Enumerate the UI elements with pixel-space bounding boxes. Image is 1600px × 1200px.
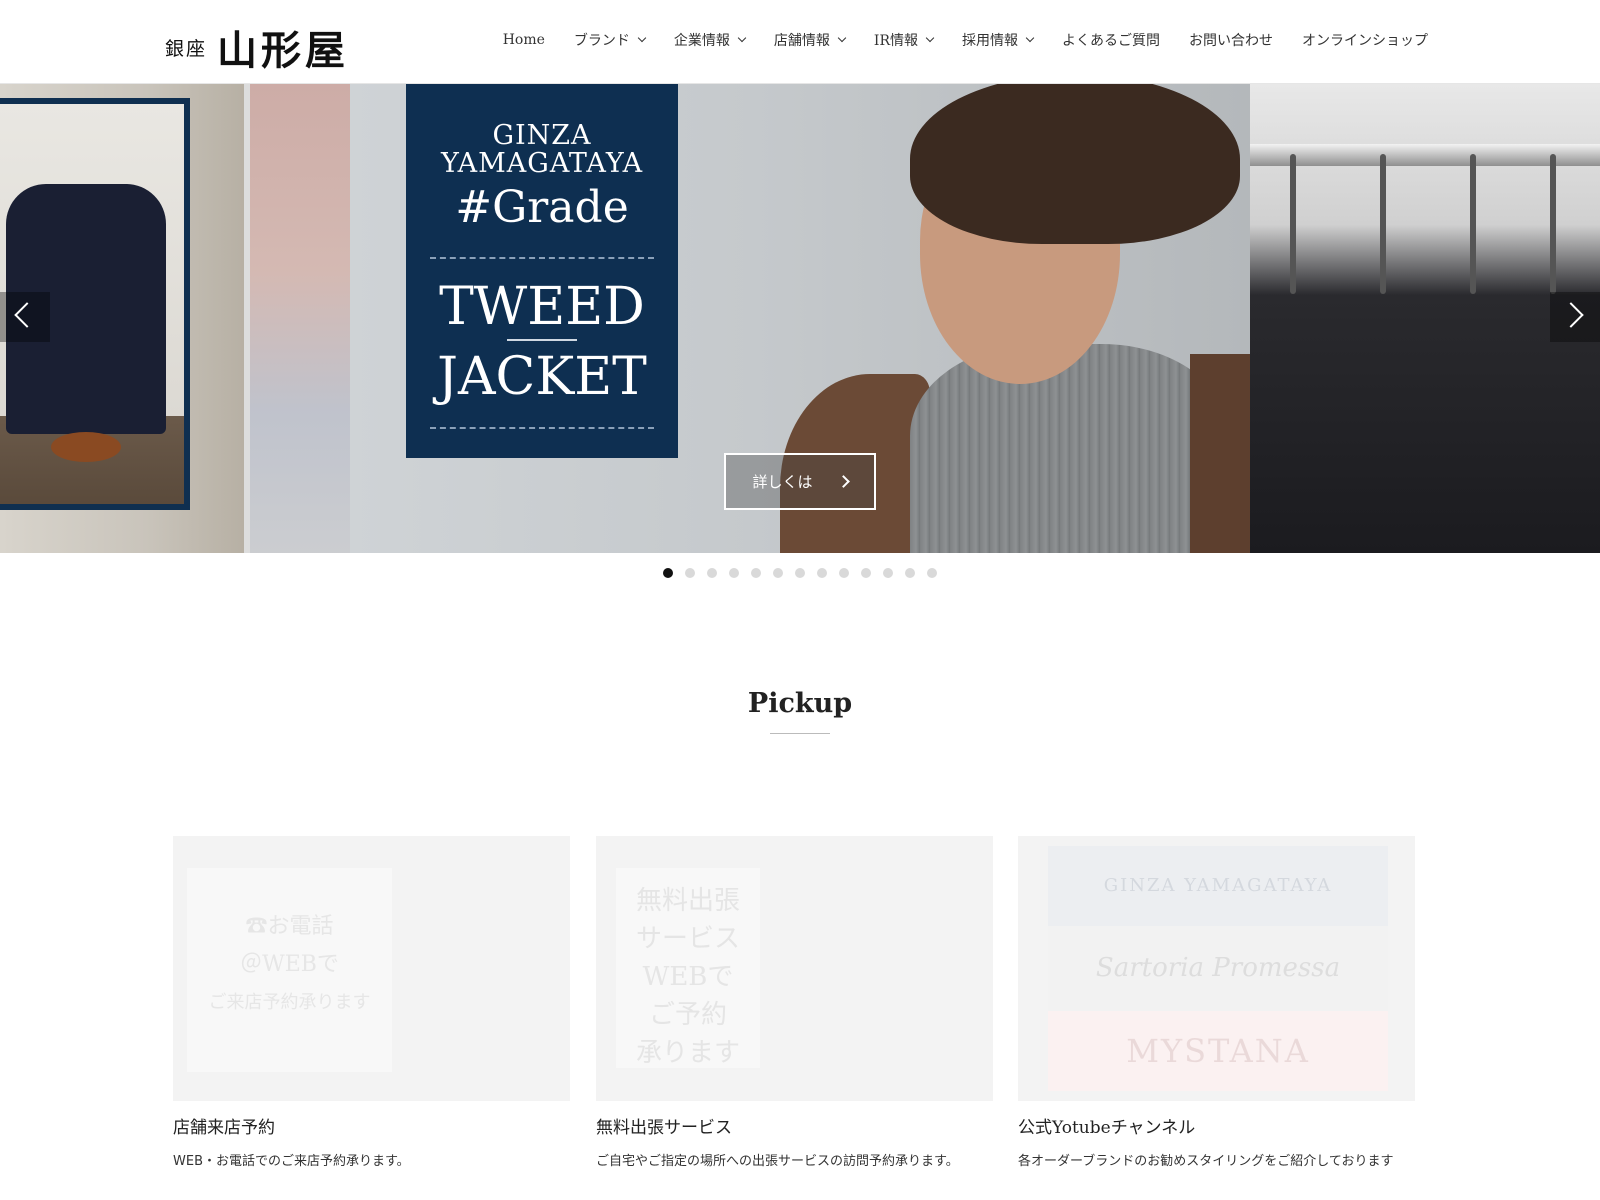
nav-label: IR情報 xyxy=(873,33,918,49)
card-image-text: ＠WEBで xyxy=(240,952,339,977)
hanger xyxy=(1290,154,1296,294)
nav-home[interactable]: Home xyxy=(503,30,545,50)
chevron-down-icon xyxy=(925,33,935,43)
card-image-text: ご予約 xyxy=(648,1000,727,1030)
card-image-text: 承ります xyxy=(635,1038,740,1068)
slide-strip-preview xyxy=(250,84,350,553)
main-nav: Home ブランド 企業情報 店舗情報 IR情報 採用情報 よくあるご質問 お問… xyxy=(503,30,1428,50)
pickup-card-youtube[interactable]: GINZA YAMAGATAYA Sartoria Promessa MYSTA… xyxy=(1018,836,1415,1172)
logo-main-text: 山形屋 xyxy=(217,28,350,74)
card-image-text: サービス xyxy=(635,924,740,954)
chevron-down-icon xyxy=(837,33,847,43)
card-description: WEB・お電話でのご来店予約承ります。 xyxy=(173,1154,410,1169)
slider-dot[interactable] xyxy=(861,568,871,578)
card-description: ご自宅やご指定の場所への出張サービスの訪問予約承ります。 xyxy=(596,1154,959,1169)
hanger xyxy=(1380,154,1386,294)
card-title[interactable]: 店舗来店予約 xyxy=(173,1113,570,1138)
card-image[interactable]: ☎お電話 ＠WEBで ご来店予約承ります xyxy=(173,836,570,1101)
card-image-text: WEBで xyxy=(642,962,734,992)
card-image-text: ご来店予約承ります xyxy=(208,992,371,1013)
hanger xyxy=(1550,154,1556,294)
slider-dot[interactable] xyxy=(883,568,893,578)
nav-contact[interactable]: お問い合わせ xyxy=(1189,30,1273,50)
nav-label: Home xyxy=(502,32,545,48)
model-hair xyxy=(910,84,1240,244)
slider-dot[interactable] xyxy=(817,568,827,578)
nav-faq[interactable]: よくあるご質問 xyxy=(1062,30,1160,50)
hanger xyxy=(1470,154,1476,294)
logo-small-text: 銀座 xyxy=(165,37,208,60)
chevron-down-icon xyxy=(637,33,647,43)
slider-dot[interactable] xyxy=(795,568,805,578)
slider-dot[interactable] xyxy=(773,568,783,578)
card-description: 各オーダーブランドのお勧めスタイリングをご紹介しております xyxy=(1018,1154,1394,1169)
nav-company[interactable]: 企業情報 xyxy=(673,30,747,50)
slider-dot[interactable] xyxy=(927,568,937,578)
slide-next-preview xyxy=(1250,84,1600,553)
nav-label: 店舗情報 xyxy=(773,33,830,49)
divider xyxy=(430,427,654,429)
card-image-overlay: 無料出張 サービス WEBで ご予約 承ります xyxy=(616,868,760,1068)
mannequin-stand xyxy=(51,432,121,462)
nav-ir[interactable]: IR情報 xyxy=(873,30,935,50)
card-image-overlay: ☎お電話 ＠WEBで ご来店予約承ります xyxy=(187,868,392,1072)
nav-label: お問い合わせ xyxy=(1189,33,1273,49)
details-button-label: 詳しくは xyxy=(752,473,813,491)
nav-label: 企業情報 xyxy=(673,33,730,49)
chevron-left-icon xyxy=(14,302,40,328)
slider-dot[interactable] xyxy=(663,568,673,578)
nav-label: 採用情報 xyxy=(962,33,1018,49)
card-image-text: 無料出張 xyxy=(635,886,740,916)
chevron-right-icon xyxy=(1558,302,1584,328)
slider-pagination xyxy=(663,568,937,578)
nav-stores[interactable]: 店舗情報 xyxy=(773,30,847,50)
slider-next-button[interactable] xyxy=(1550,292,1600,342)
card-image-text: GINZA YAMAGATAYA xyxy=(1048,846,1388,926)
nav-brand[interactable]: ブランド xyxy=(573,30,647,50)
card-image[interactable]: 無料出張 サービス WEBで ご予約 承ります xyxy=(596,836,993,1101)
slider-dot[interactable] xyxy=(839,568,849,578)
nav-online-shop[interactable]: オンラインショップ xyxy=(1302,30,1428,50)
promo-brand-line1: GINZA xyxy=(492,120,592,151)
card-image-text: ☎お電話 xyxy=(245,914,334,939)
site-header: 銀座 山形屋 Home ブランド 企業情報 店舗情報 IR情報 採用情報 よくあ… xyxy=(0,0,1600,84)
nav-recruit[interactable]: 採用情報 xyxy=(962,30,1035,50)
nav-label: よくあるご質問 xyxy=(1062,33,1160,49)
slider-prev-button[interactable] xyxy=(0,292,50,342)
divider xyxy=(507,339,577,341)
pickup-card-visit-service[interactable]: 無料出張 サービス WEBで ご予約 承ります 無料出張サービス ご自宅やご指定… xyxy=(596,836,993,1172)
nav-label: ブランド xyxy=(573,33,630,49)
chevron-right-icon xyxy=(836,475,850,488)
site-logo[interactable]: 銀座 山形屋 xyxy=(165,18,349,76)
slider-dot[interactable] xyxy=(729,568,739,578)
slider-dot[interactable] xyxy=(905,568,915,578)
chevron-down-icon xyxy=(1025,33,1035,43)
slider-dot[interactable] xyxy=(707,568,717,578)
promo-brand: GINZA YAMAGATAYA xyxy=(406,122,678,178)
model-turtleneck xyxy=(910,344,1230,553)
pickup-card-store-reservation[interactable]: ☎お電話 ＠WEBで ご来店予約承ります 店舗来店予約 WEB・お電話でのご来店… xyxy=(173,836,570,1172)
promo-brand-line2: YAMAGATAYA xyxy=(440,148,644,179)
chevron-down-icon xyxy=(737,33,747,43)
slider-dot[interactable] xyxy=(751,568,761,578)
promo-panel: GINZA YAMAGATAYA #Grade TWEED JACKET xyxy=(406,84,678,458)
card-image[interactable]: GINZA YAMAGATAYA Sartoria Promessa MYSTA… xyxy=(1018,836,1415,1101)
card-title[interactable]: 公式Yotubeチャンネル xyxy=(1018,1113,1415,1138)
hero-slider[interactable]: GINZA YAMAGATAYA #Grade TWEED JACKET 詳しく… xyxy=(0,84,1600,553)
promo-title-line2: JACKET xyxy=(437,347,647,407)
slider-dot[interactable] xyxy=(685,568,695,578)
card-title[interactable]: 無料出張サービス xyxy=(596,1113,993,1138)
details-button[interactable]: 詳しくは xyxy=(724,453,876,510)
promo-grade: #Grade xyxy=(455,182,629,233)
promo-title-line1: TWEED xyxy=(439,277,645,337)
card-image-text: Sartoria Promessa xyxy=(1048,926,1388,1011)
card-image-text: MYSTANA xyxy=(1048,1011,1388,1091)
nav-label: オンラインショップ xyxy=(1302,33,1428,49)
clothes-rail xyxy=(1250,144,1600,166)
heading-underline xyxy=(770,733,830,734)
pickup-heading: Pickup xyxy=(747,688,853,719)
divider xyxy=(430,257,654,259)
